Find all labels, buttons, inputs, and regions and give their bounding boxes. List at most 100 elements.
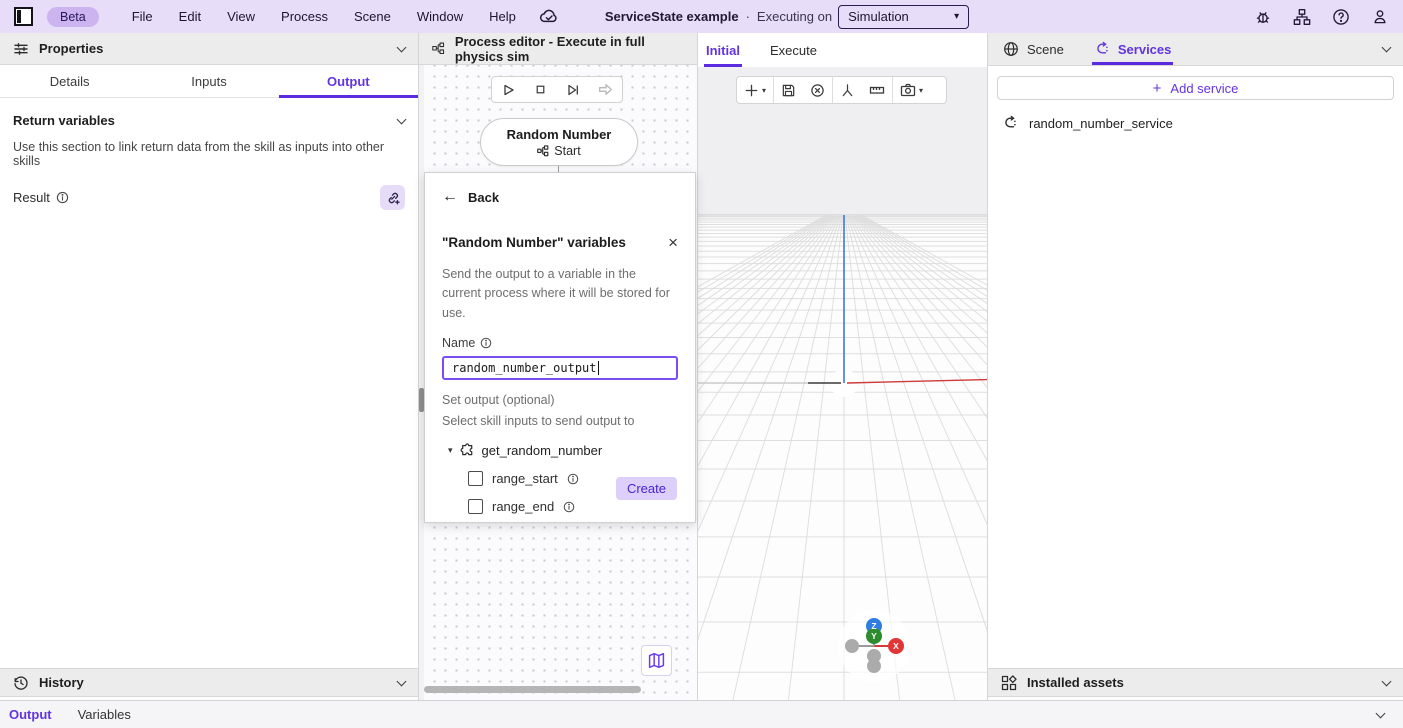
tab-initial[interactable]: Initial <box>706 33 740 67</box>
app-logo-icon <box>14 7 33 26</box>
project-title-group: ServiceState example · Executing on <box>605 9 832 24</box>
info-icon[interactable] <box>480 337 492 349</box>
right-panel-chevron-icon[interactable] <box>1382 43 1392 53</box>
range-end-checkbox[interactable] <box>468 499 483 514</box>
installed-assets-chevron-icon[interactable] <box>1382 676 1392 686</box>
range-start-checkbox[interactable] <box>468 471 483 486</box>
account-icon[interactable] <box>1371 8 1389 26</box>
tab-execute[interactable]: Execute <box>770 33 817 67</box>
info-icon[interactable] <box>563 501 575 513</box>
save-icon <box>781 83 796 98</box>
menu-edit[interactable]: Edit <box>166 9 214 24</box>
top-menu-bar: Beta File Edit View Process Scene Window… <box>0 0 1403 33</box>
history-panel-header[interactable]: History <box>0 668 418 697</box>
project-title: ServiceState example <box>605 9 739 24</box>
info-icon[interactable] <box>567 473 579 485</box>
sitemap-icon[interactable] <box>1293 8 1311 26</box>
chevron-down-icon: ▾ <box>954 11 959 22</box>
dialog-back-button[interactable]: ← Back <box>442 188 678 206</box>
range-end-label: range_end <box>492 499 554 514</box>
tab-bottom-variables[interactable]: Variables <box>78 707 131 722</box>
assets-grid-icon <box>1001 675 1017 691</box>
frame-axes-button[interactable] <box>833 77 862 103</box>
skip-button[interactable] <box>594 79 618 101</box>
tree-expand-caret-icon[interactable]: ▾ <box>448 445 453 456</box>
viewport-toolbar: ▾ ▾ <box>736 76 947 104</box>
measure-button[interactable] <box>862 77 892 103</box>
skill-tree-node[interactable]: ▾ get_random_number <box>442 443 678 458</box>
tab-details[interactable]: Details <box>0 65 139 97</box>
orientation-gizmo[interactable]: Z Y X <box>834 605 914 688</box>
cloud-sync-icon[interactable] <box>539 7 559 27</box>
process-editor-horizontal-scrollbar[interactable] <box>424 686 641 693</box>
return-variables-description: Use this section to link return data fro… <box>0 137 418 171</box>
play-button[interactable] <box>496 79 520 101</box>
history-chevron-icon[interactable] <box>397 676 407 686</box>
service-list-item[interactable]: random_number_service <box>988 100 1403 131</box>
text-cursor <box>598 361 599 375</box>
process-editor-header: Process editor - Execute in full physics… <box>419 33 697 65</box>
menu-window[interactable]: Window <box>404 9 476 24</box>
menu-help[interactable]: Help <box>476 9 529 24</box>
return-variables-section-header[interactable]: Return variables <box>0 98 418 137</box>
create-button[interactable]: Create <box>616 477 677 500</box>
clear-selection-button[interactable] <box>803 77 832 103</box>
link-output-button[interactable] <box>380 185 405 210</box>
add-service-button[interactable]: + Add service <box>997 76 1394 100</box>
help-icon[interactable] <box>1332 8 1350 26</box>
return-variables-chevron-icon[interactable] <box>397 114 407 124</box>
menu-process[interactable]: Process <box>268 9 341 24</box>
back-label: Back <box>468 190 499 205</box>
viewport-panel: Initial Execute ▾ <box>698 33 988 700</box>
properties-panel-title: Properties <box>39 41 103 56</box>
add-object-button[interactable]: ▾ <box>737 77 773 103</box>
close-icon[interactable]: × <box>668 234 678 251</box>
menu-scene[interactable]: Scene <box>341 9 404 24</box>
name-label: Name <box>442 336 475 350</box>
properties-panel: Properties Details Inputs Output Return … <box>0 33 419 700</box>
step-forward-button[interactable] <box>561 79 585 101</box>
executing-on-label: Executing on <box>757 9 832 24</box>
skill-puzzle-icon <box>460 443 475 458</box>
topbar-right-actions <box>1254 8 1389 26</box>
installed-assets-header[interactable]: Installed assets <box>988 668 1403 697</box>
app-window: Beta File Edit View Process Scene Window… <box>0 0 1403 728</box>
collapse-properties-chevron-icon[interactable] <box>397 42 407 52</box>
info-icon[interactable] <box>56 191 69 204</box>
minimap-button[interactable] <box>641 645 672 676</box>
range-start-label: range_start <box>492 471 558 486</box>
axes-tripod-icon <box>840 83 855 98</box>
viewport-tabs: Initial Execute <box>698 33 987 67</box>
service-icon <box>1094 41 1110 57</box>
camera-button[interactable]: ▾ <box>893 77 930 103</box>
debug-icon[interactable] <box>1254 8 1272 26</box>
title-separator: · <box>746 9 750 24</box>
stop-button[interactable] <box>529 79 553 101</box>
save-view-button[interactable] <box>774 77 803 103</box>
variable-name-input[interactable]: random_number_output <box>442 356 678 380</box>
viewport-3d-canvas[interactable]: ▾ ▾ <box>698 67 987 700</box>
menu-view[interactable]: View <box>214 9 268 24</box>
tab-services[interactable]: Services <box>1092 33 1174 65</box>
dialog-title: "Random Number" variables <box>442 235 626 250</box>
tab-bottom-output[interactable]: Output <box>9 707 52 722</box>
menu-file[interactable]: File <box>119 9 166 24</box>
process-flow-icon <box>432 41 445 56</box>
ruler-icon <box>869 82 885 98</box>
tab-scene[interactable]: Scene <box>1001 33 1066 65</box>
map-icon <box>648 652 665 669</box>
environment-dropdown[interactable]: Simulation ▾ <box>838 5 969 29</box>
set-output-label: Set output (optional) <box>442 393 678 407</box>
start-flow-icon <box>537 145 549 157</box>
plus-icon: + <box>1153 80 1162 97</box>
process-node-random-number[interactable]: Random Number Start <box>480 118 638 166</box>
environment-value: Simulation <box>848 9 909 24</box>
tab-inputs[interactable]: Inputs <box>139 65 278 97</box>
bottom-bar-chevron-icon[interactable] <box>1376 708 1386 718</box>
history-clock-icon <box>13 675 29 691</box>
plus-icon <box>744 83 759 98</box>
return-variables-title: Return variables <box>13 113 115 128</box>
installed-assets-title: Installed assets <box>1027 675 1124 690</box>
gizmo-neg-z-handle <box>867 659 881 673</box>
tab-output[interactable]: Output <box>279 65 418 97</box>
